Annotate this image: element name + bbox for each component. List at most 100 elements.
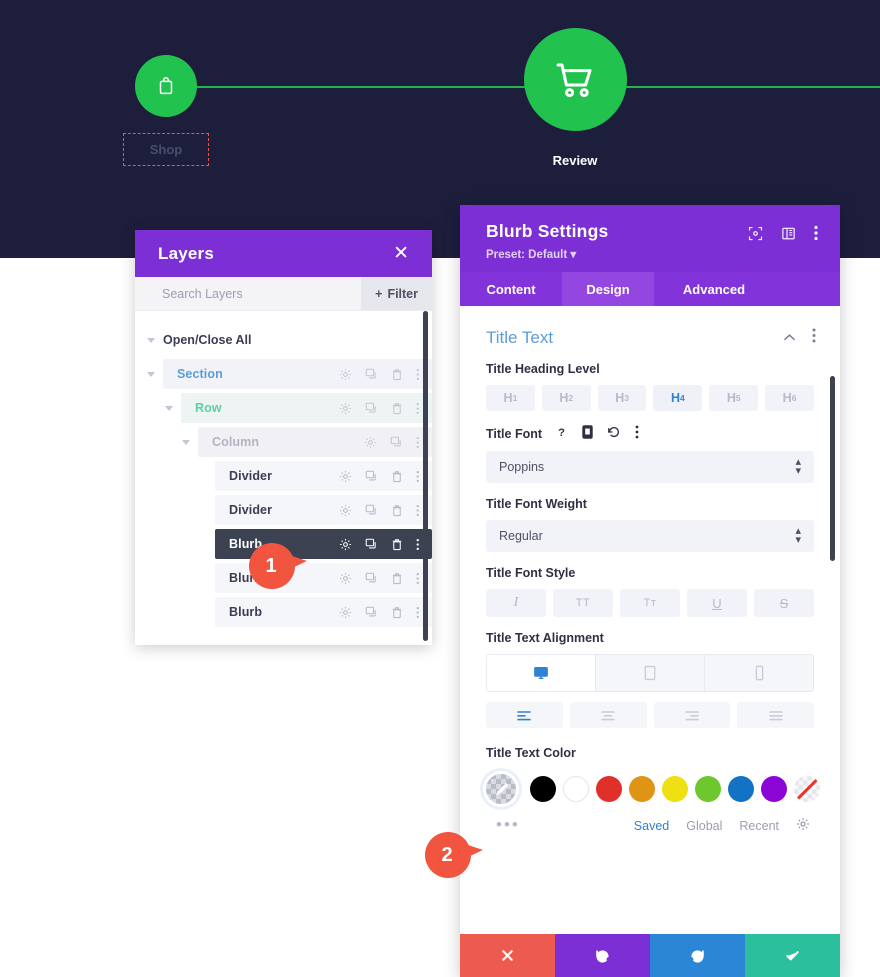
tablet-icon[interactable] [596, 655, 705, 691]
swatch-3[interactable] [629, 776, 655, 802]
preset-selector[interactable]: Preset: Default ▾ [486, 247, 608, 261]
modal-scrollbar[interactable] [830, 376, 835, 561]
fullscreen-icon[interactable] [748, 226, 763, 246]
trash-icon[interactable] [391, 402, 403, 415]
swatch-1[interactable] [563, 776, 589, 802]
layers-scrollbar[interactable] [423, 311, 428, 641]
swatch-0[interactable] [530, 776, 556, 802]
heading-level-h5[interactable]: H5 [709, 385, 759, 411]
trash-icon[interactable] [391, 538, 403, 551]
trash-icon[interactable] [391, 504, 403, 517]
align-justify-icon[interactable] [737, 702, 814, 728]
tree-row-divider[interactable]: Divider [135, 495, 432, 525]
gear-icon[interactable] [339, 368, 352, 381]
more-icon[interactable] [416, 470, 420, 483]
align-right-icon[interactable] [653, 702, 731, 728]
duplicate-icon[interactable] [365, 606, 378, 619]
more-icon[interactable] [814, 225, 818, 246]
help-icon[interactable]: ? [555, 426, 568, 442]
tab-design[interactable]: Design [562, 272, 654, 306]
duplicate-icon[interactable] [365, 572, 378, 585]
duplicate-icon[interactable] [365, 504, 378, 517]
save-button[interactable] [745, 934, 840, 977]
heading-level-h2[interactable]: H2 [541, 385, 591, 411]
chevron-down-icon[interactable] [182, 439, 190, 445]
more-icon[interactable] [416, 368, 420, 381]
cancel-button[interactable] [460, 934, 555, 977]
more-icon[interactable] [416, 436, 420, 449]
title-text-section-header[interactable]: Title Text [482, 306, 818, 348]
trash-icon[interactable] [391, 572, 403, 585]
layout-icon[interactable] [781, 226, 796, 246]
chevron-up-icon[interactable] [783, 329, 796, 347]
align-center-icon[interactable] [569, 702, 647, 728]
desktop-icon[interactable] [487, 655, 596, 691]
progress-step-shop[interactable]: Shop [86, 55, 246, 166]
strikethrough-icon[interactable]: S [754, 589, 814, 617]
color-tab-recent[interactable]: Recent [739, 819, 779, 833]
uppercase-icon[interactable]: TT [553, 589, 613, 617]
duplicate-icon[interactable] [365, 368, 378, 381]
more-icon[interactable] [812, 328, 816, 348]
trash-icon[interactable] [391, 606, 403, 619]
gear-icon[interactable] [339, 402, 352, 415]
italic-icon[interactable]: I [486, 589, 546, 617]
swatch-4[interactable] [662, 776, 688, 802]
filter-button[interactable]: + Filter [361, 277, 432, 310]
color-more-options[interactable]: ••• [486, 816, 520, 833]
undo-button[interactable] [555, 934, 650, 977]
gear-icon[interactable] [339, 606, 352, 619]
duplicate-icon[interactable] [365, 538, 378, 551]
tab-advanced[interactable]: Advanced [654, 272, 774, 306]
chevron-down-icon[interactable] [165, 405, 173, 411]
gear-icon[interactable] [796, 817, 810, 834]
heading-level-h4[interactable]: H4 [653, 385, 703, 411]
responsive-icon[interactable] [582, 425, 593, 442]
trash-icon[interactable] [391, 368, 403, 381]
swatch-5[interactable] [695, 776, 721, 802]
more-icon[interactable] [416, 606, 420, 619]
gear-icon[interactable] [339, 538, 352, 551]
tree-row-blurb[interactable]: Blurb [135, 597, 432, 627]
tree-row-row[interactable]: Row [135, 393, 432, 423]
more-icon[interactable] [416, 504, 420, 517]
more-icon[interactable] [635, 425, 639, 442]
tab-content[interactable]: Content [460, 272, 562, 306]
search-input[interactable] [135, 277, 362, 310]
eyedropper-button[interactable] [483, 771, 519, 807]
reset-icon[interactable] [607, 425, 621, 442]
chevron-down-icon[interactable] [147, 371, 155, 377]
tree-row-divider[interactable]: Divider [135, 461, 432, 491]
tree-row-open-close-all[interactable]: Open/Close All [135, 325, 432, 355]
smallcaps-icon[interactable]: Tᴛ [620, 589, 680, 617]
duplicate-icon[interactable] [365, 402, 378, 415]
title-font-select[interactable]: Poppins ▴ ▾ [486, 451, 814, 483]
trash-icon[interactable] [391, 470, 403, 483]
redo-button[interactable] [650, 934, 745, 977]
close-icon[interactable]: ✕ [393, 244, 409, 263]
color-tab-global[interactable]: Global [686, 819, 722, 833]
tree-row-section[interactable]: Section [135, 359, 432, 389]
color-tab-saved[interactable]: Saved [634, 819, 669, 833]
duplicate-icon[interactable] [365, 470, 378, 483]
gear-icon[interactable] [339, 504, 352, 517]
swatch-6[interactable] [728, 776, 754, 802]
tree-row-column[interactable]: Column [135, 427, 432, 457]
title-font-weight-select[interactable]: Regular ▴ ▾ [486, 520, 814, 552]
more-icon[interactable] [416, 538, 420, 551]
heading-level-h3[interactable]: H3 [597, 385, 647, 411]
heading-level-h6[interactable]: H6 [765, 385, 814, 411]
underline-icon[interactable]: U [687, 589, 747, 617]
heading-level-h1[interactable]: H1 [486, 385, 535, 411]
duplicate-icon[interactable] [390, 436, 403, 449]
phone-icon[interactable] [705, 655, 813, 691]
more-icon[interactable] [416, 572, 420, 585]
progress-step-review[interactable]: Review [495, 28, 655, 168]
swatch-2[interactable] [596, 776, 622, 802]
swatch-7[interactable] [761, 776, 787, 802]
more-icon[interactable] [416, 402, 420, 415]
gear-icon[interactable] [364, 436, 377, 449]
swatch-transparent[interactable] [794, 776, 820, 802]
gear-icon[interactable] [339, 572, 352, 585]
gear-icon[interactable] [339, 470, 352, 483]
